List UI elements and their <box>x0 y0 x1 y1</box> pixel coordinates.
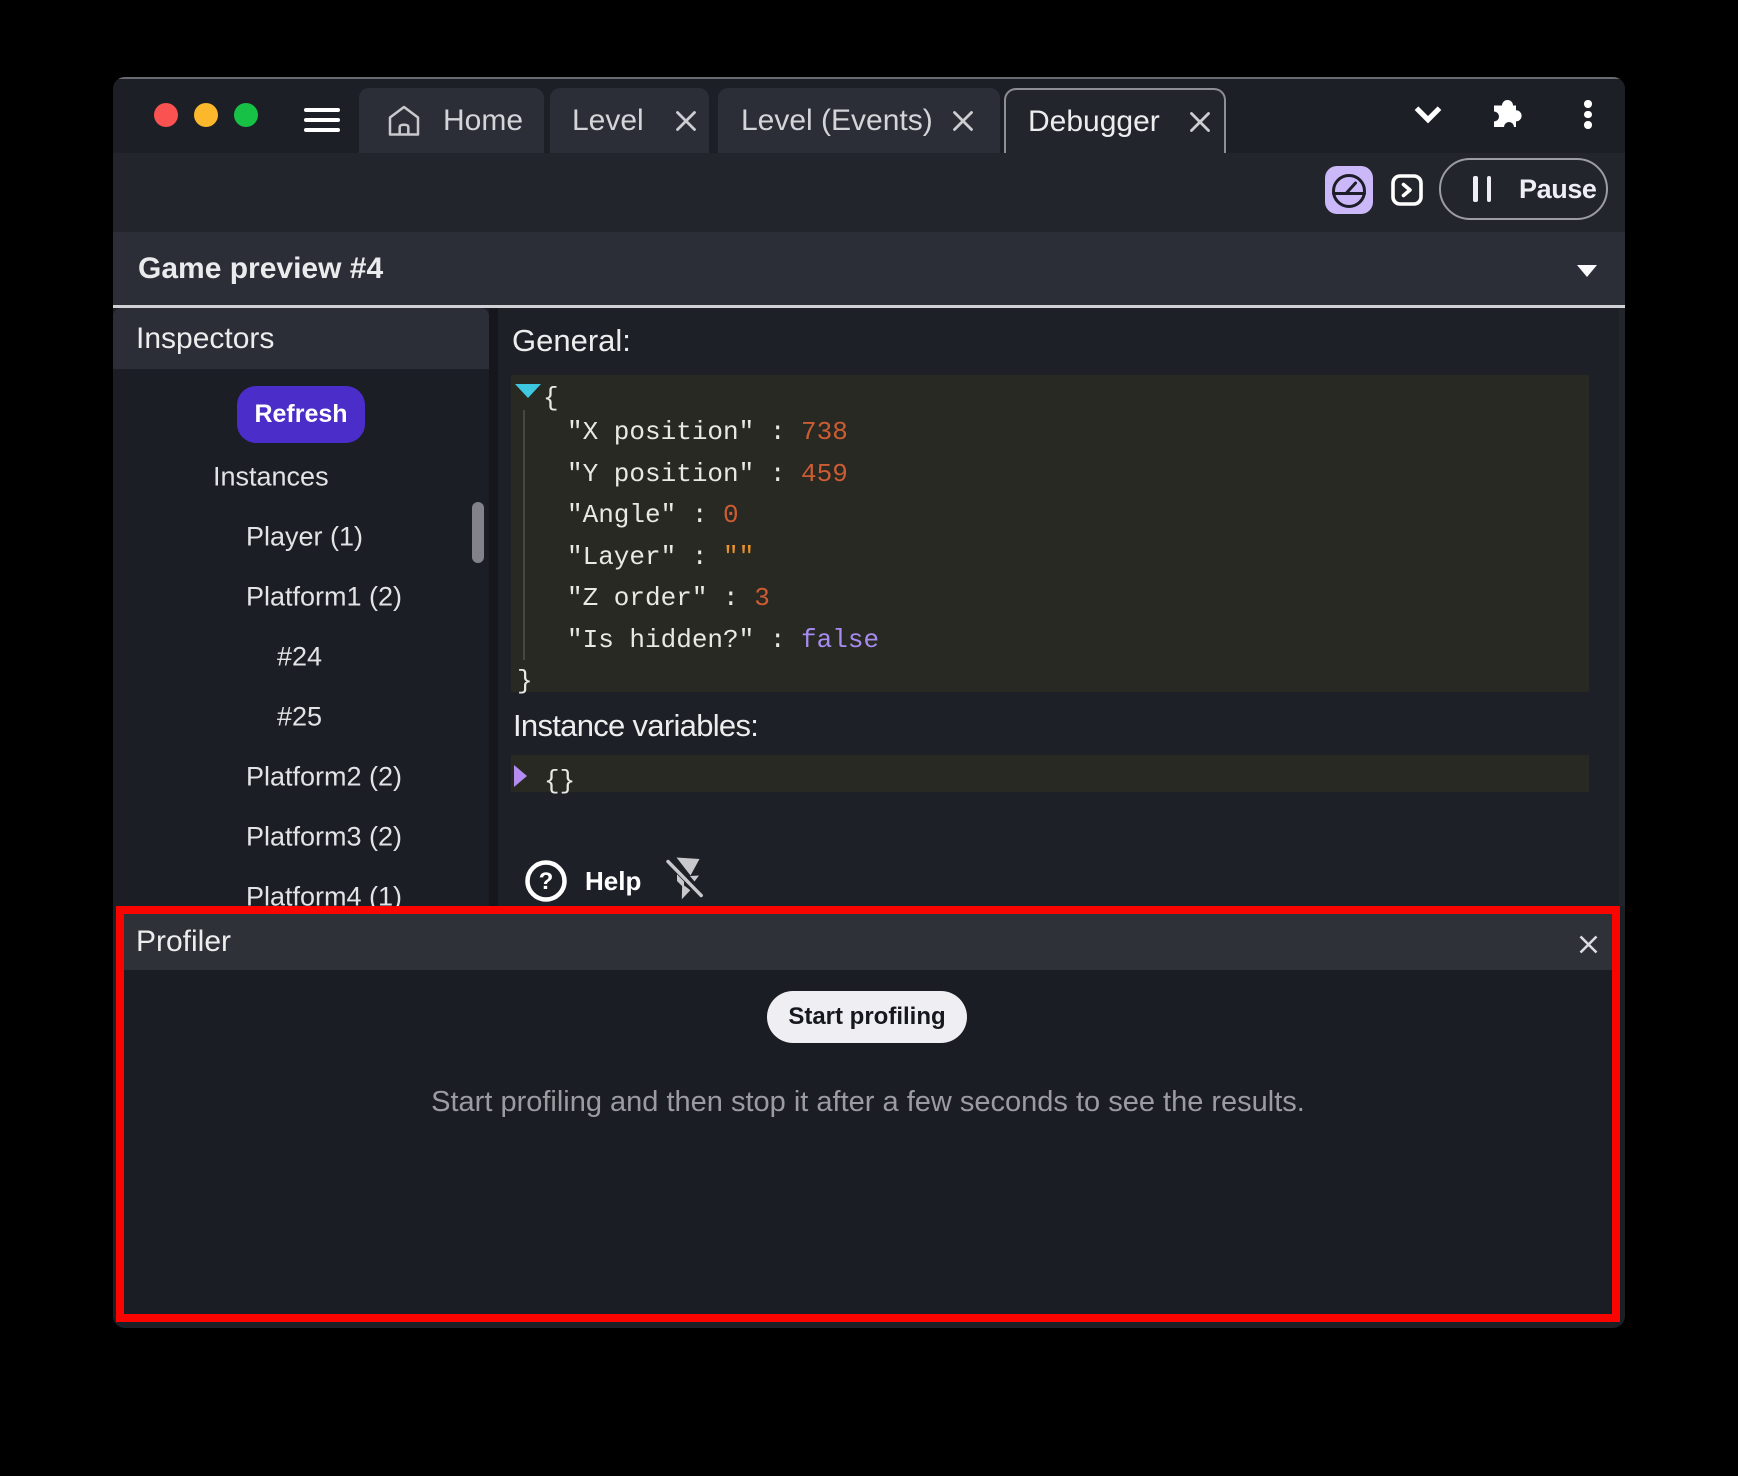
svg-text:?: ? <box>539 868 554 895</box>
